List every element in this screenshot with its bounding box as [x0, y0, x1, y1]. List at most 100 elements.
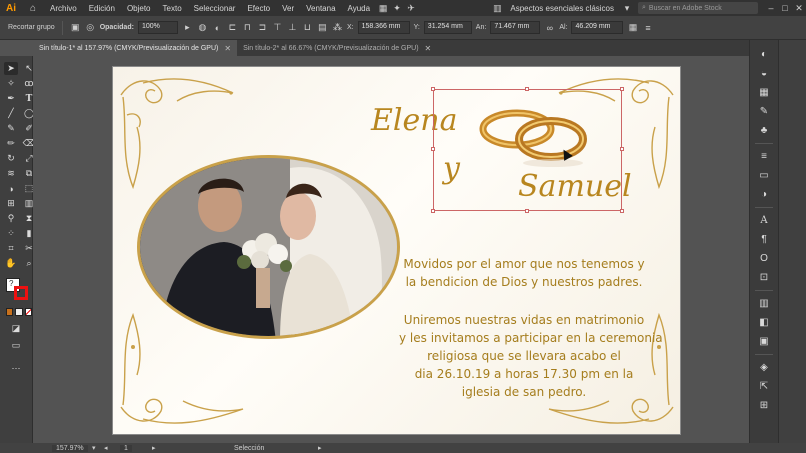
menu-objeto[interactable]: Objeto	[121, 4, 157, 13]
stroke-icon[interactable]: ≡	[756, 150, 772, 163]
pen-icon[interactable]: ✒	[4, 92, 18, 105]
resize-handle[interactable]	[431, 209, 435, 213]
height-field[interactable]: 46.209 mm	[571, 21, 624, 34]
symbols-icon[interactable]: ♣	[756, 124, 772, 137]
recolor-icon[interactable]: ◐	[212, 23, 223, 33]
opacity-field[interactable]: 100%	[137, 21, 178, 34]
align-right-icon[interactable]: ⊐	[257, 22, 268, 33]
asset-export-icon[interactable]: ⇱	[756, 380, 772, 393]
align-top-icon[interactable]: ⊤	[272, 22, 283, 33]
prev-artboard-icon[interactable]: ◂	[104, 444, 108, 452]
pencil-icon[interactable]: ✏	[4, 137, 18, 150]
gradient-mode-swatch[interactable]	[15, 308, 23, 316]
color-icon[interactable]: ◐	[756, 48, 772, 61]
color-mode-swatch[interactable]	[6, 308, 14, 316]
resize-handle[interactable]	[525, 87, 529, 91]
artboard-number[interactable]: 1	[120, 444, 132, 452]
transform-icon[interactable]: ⊡	[756, 271, 772, 284]
menu-ventana[interactable]: Ventana	[300, 4, 341, 13]
shape-builder-icon[interactable]: ◑	[4, 182, 18, 195]
status-expand-icon[interactable]: ▸	[318, 444, 322, 452]
tab-document-2[interactable]: Sin título-2* al 66.67% (CMYK/Previsuali…	[237, 40, 438, 56]
line-icon[interactable]: ╱	[4, 107, 18, 120]
opentype-icon[interactable]: O	[756, 252, 772, 265]
align-center-icon[interactable]: ⊓	[242, 22, 253, 33]
symbol-sprayer-icon[interactable]: ⁘	[4, 227, 18, 240]
style-icon[interactable]: ◎	[85, 22, 96, 33]
gpu-performance-icon[interactable]: ✈	[404, 2, 418, 14]
more-tools-icon[interactable]: ⋯	[9, 362, 23, 375]
close-icon[interactable]: ✕	[425, 44, 432, 53]
align-icon[interactable]: ▥	[756, 297, 772, 310]
fill-stroke-widget[interactable]: ?	[6, 278, 30, 302]
close-icon[interactable]: ✕	[224, 44, 231, 53]
menu-archivo[interactable]: Archivo	[44, 4, 83, 13]
warp-icon[interactable]: ≋	[4, 167, 18, 180]
paragraph-icon[interactable]: ¶	[756, 233, 772, 246]
artboard-icon[interactable]: ⌗	[4, 242, 18, 255]
zoom-level[interactable]: 157.97%	[52, 444, 88, 452]
bridge-icon[interactable]: ✦	[390, 2, 404, 14]
transparency-icon[interactable]: ◑	[756, 188, 772, 201]
reference-point-icon[interactable]: ⁂	[332, 22, 343, 33]
align-bottom-icon[interactable]: ⊔	[302, 22, 313, 33]
stock-search-input[interactable]: ⌕ Buscar en Adobe Stock	[638, 2, 758, 14]
align-left-icon[interactable]: ⊏	[227, 22, 238, 33]
align-middle-icon[interactable]: ⊥	[287, 22, 298, 33]
x-field[interactable]: 158.366 mm	[357, 21, 410, 34]
tab-document-1[interactable]: Sin título-1* al 157.97% (CMYK/Previsual…	[33, 40, 238, 56]
artboard-invitation[interactable]: Elena y Samuel Movidos por el amor que n…	[113, 67, 680, 434]
swatches-icon[interactable]: ▦	[756, 86, 772, 99]
rotate-icon[interactable]: ↻	[4, 152, 18, 165]
resize-handle[interactable]	[431, 87, 435, 91]
chevron-down-icon[interactable]: ▾	[620, 2, 634, 14]
resize-handle[interactable]	[620, 147, 624, 151]
menu-edicion[interactable]: Edición	[83, 4, 121, 13]
workspace-switcher[interactable]: Aspectos esenciales clásicos	[504, 4, 620, 13]
menu-ayuda[interactable]: Ayuda	[342, 4, 377, 13]
arrange-documents-icon[interactable]: ▦	[376, 2, 390, 14]
globe-icon[interactable]: ◍	[197, 22, 208, 33]
menu-seleccionar[interactable]: Seleccionar	[188, 4, 242, 13]
maximize-icon[interactable]: □	[778, 2, 792, 14]
menu-texto[interactable]: Texto	[157, 4, 188, 13]
zoom-dropdown-icon[interactable]: ▾	[92, 444, 96, 452]
eyedropper-icon[interactable]: ⚲	[4, 212, 18, 225]
next-artboard-icon[interactable]: ▸	[152, 444, 156, 452]
artboards-icon[interactable]: ⊞	[756, 399, 772, 412]
character-icon[interactable]: A	[756, 214, 772, 227]
stroke-swatch[interactable]	[14, 286, 28, 300]
color-guide-icon[interactable]: ◒	[756, 67, 772, 80]
brush-icon[interactable]: ✎	[4, 122, 18, 135]
selection-icon[interactable]: ➤	[4, 62, 18, 75]
brushes-icon[interactable]: ✎	[756, 105, 772, 118]
appearance-icon[interactable]: ▣	[756, 335, 772, 348]
menu-efecto[interactable]: Efecto	[241, 4, 276, 13]
transform-icon[interactable]: ▦	[627, 22, 638, 33]
close-icon[interactable]: ✕	[792, 2, 806, 14]
stroke-swatch-icon[interactable]: ▣	[70, 22, 81, 33]
selection-bounding-box[interactable]	[431, 87, 624, 213]
link-icon[interactable]: ∞	[544, 23, 555, 33]
menu-ver[interactable]: Ver	[276, 4, 300, 13]
opacity-dropdown-icon[interactable]: ▸	[182, 22, 193, 33]
resize-handle[interactable]	[525, 209, 529, 213]
hand-icon[interactable]: ✋	[4, 257, 18, 270]
draw-mode-icon[interactable]: ◪	[9, 322, 23, 335]
mesh-icon[interactable]: ⊞	[4, 197, 18, 210]
y-field[interactable]: 31.254 mm	[423, 21, 472, 34]
panel-menu-icon[interactable]: ≡	[642, 23, 653, 33]
pathfinder-icon[interactable]: ◧	[756, 316, 772, 329]
width-field[interactable]: 71.467 mm	[490, 21, 541, 34]
home-icon[interactable]: ⌂	[22, 0, 44, 16]
align-to-icon[interactable]: ▤	[317, 22, 328, 33]
resize-handle[interactable]	[431, 147, 435, 151]
magic-wand-icon[interactable]: ✧	[4, 77, 18, 90]
arrange-panels-icon[interactable]: ▥	[490, 2, 504, 14]
minimize-icon[interactable]: –	[764, 2, 778, 14]
none-mode-swatch[interactable]	[24, 308, 32, 316]
gradient-icon[interactable]: ▭	[756, 169, 772, 182]
layers-icon[interactable]: ◈	[756, 361, 772, 374]
couple-photo[interactable]	[137, 155, 400, 339]
resize-handle[interactable]	[620, 87, 624, 91]
